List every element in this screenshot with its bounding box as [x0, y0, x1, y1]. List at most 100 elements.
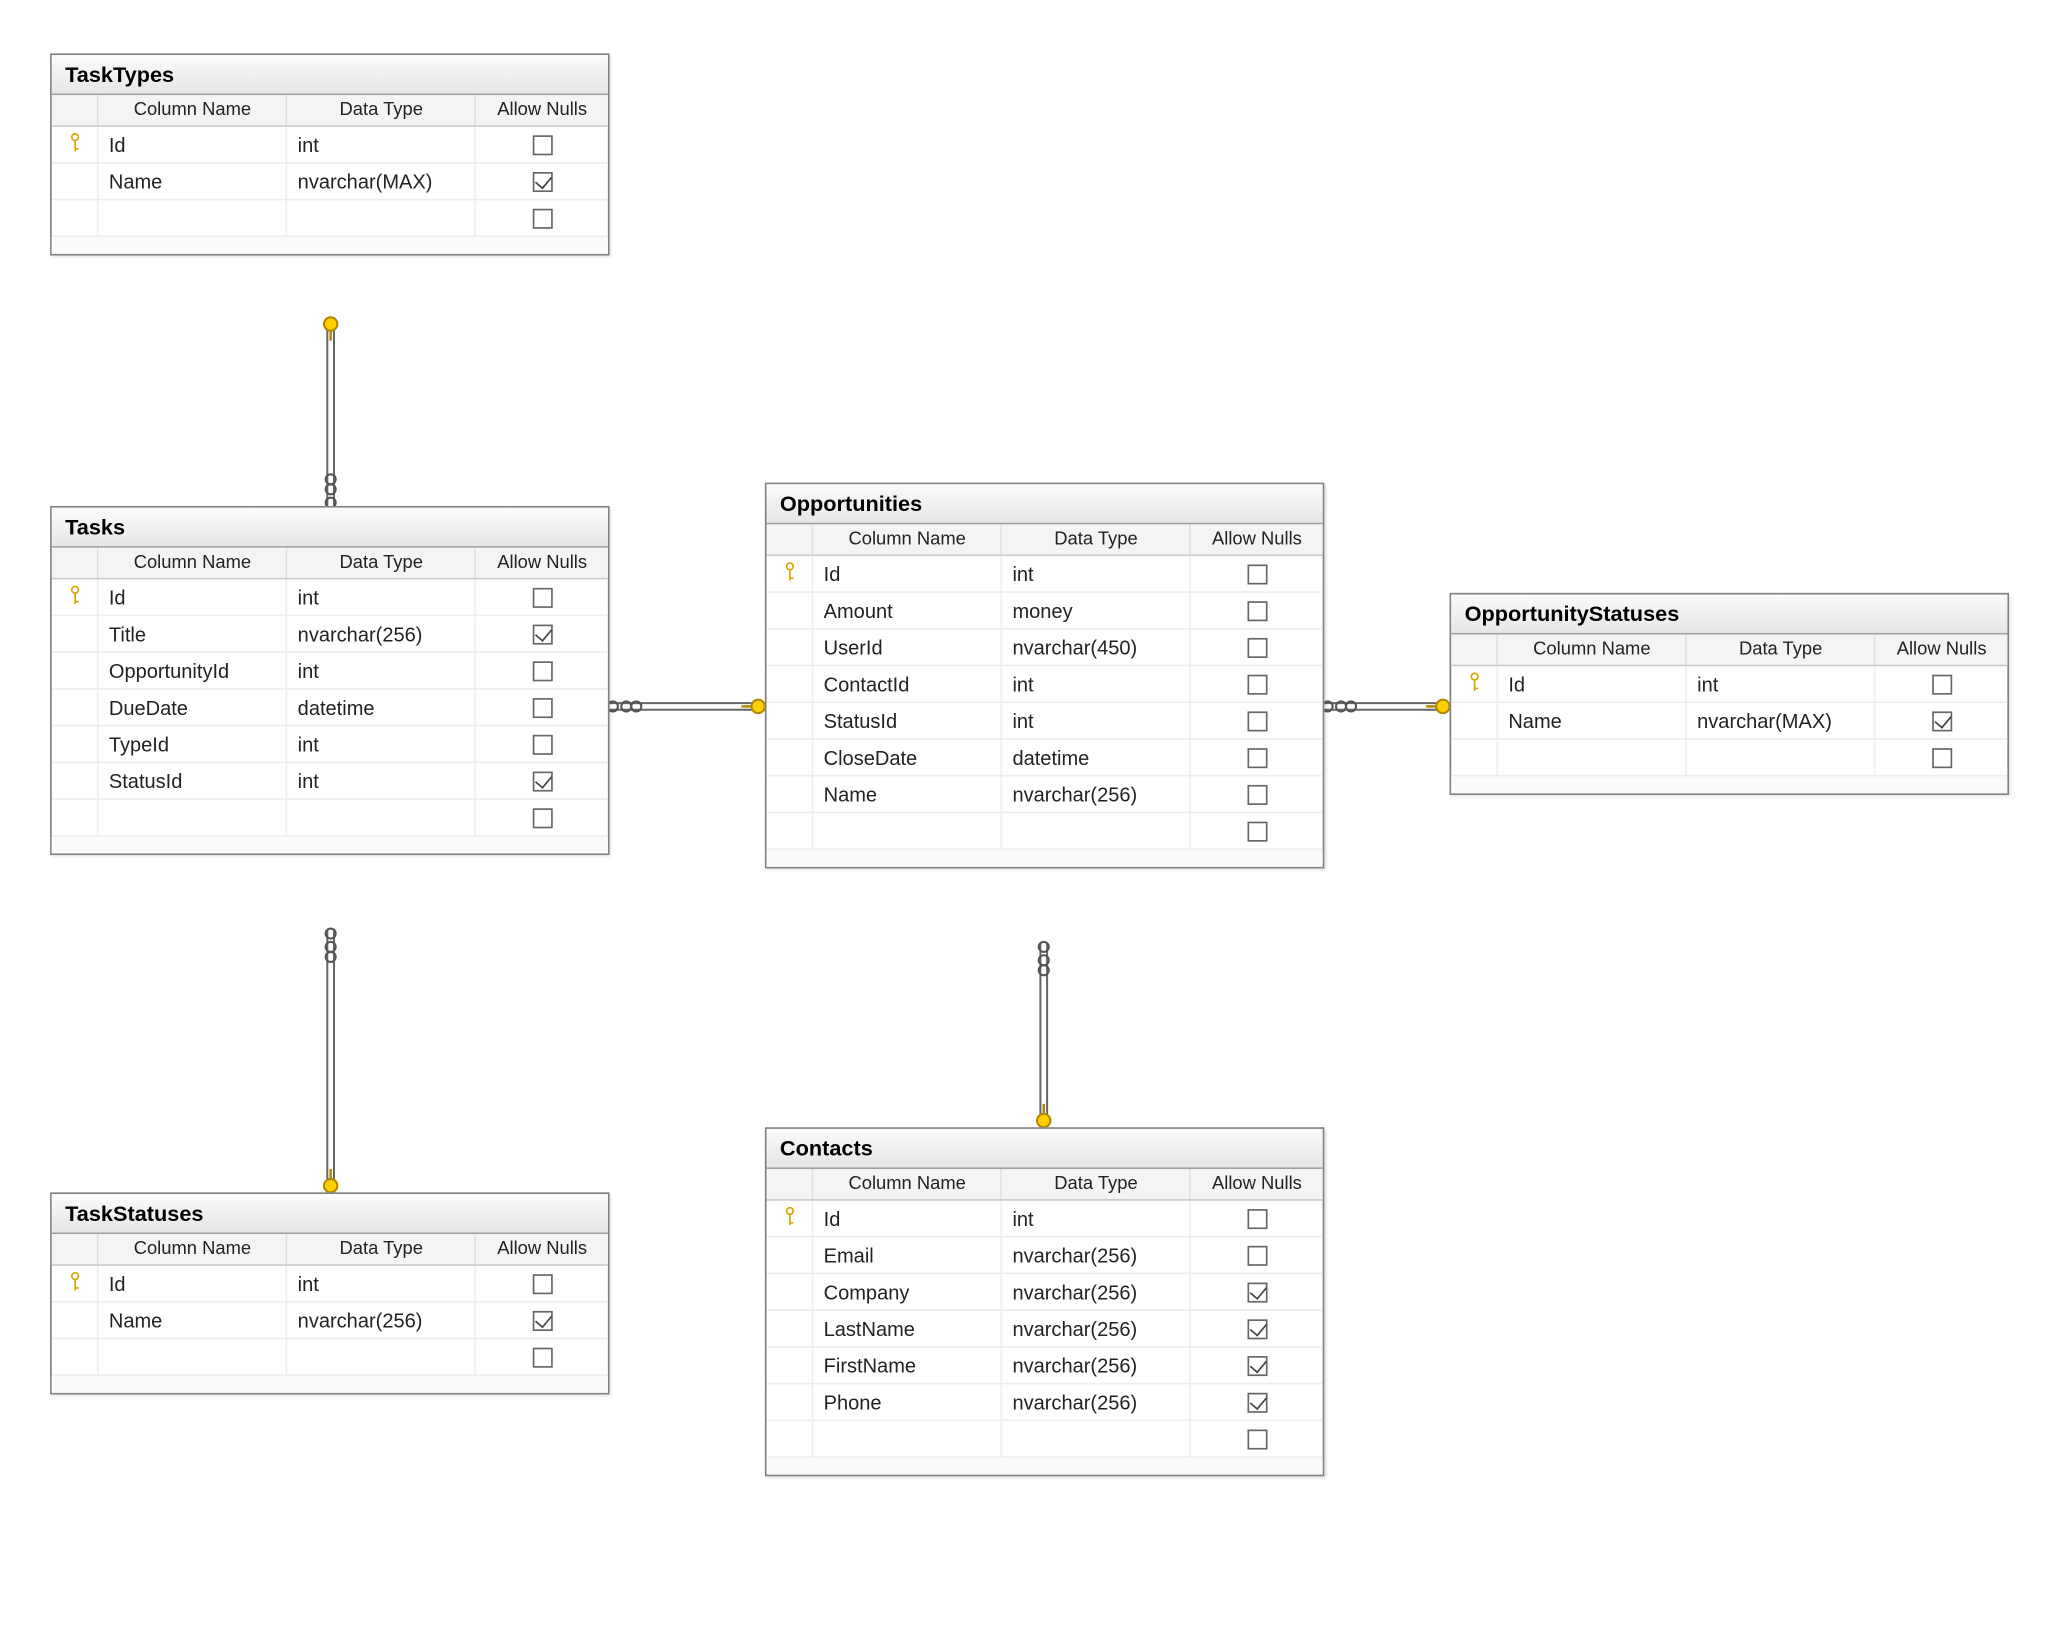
allow-nulls-checkbox[interactable] — [1247, 565, 1267, 585]
allow-nulls-checkbox[interactable] — [532, 1275, 552, 1295]
allow-nulls-checkbox[interactable] — [1247, 785, 1267, 805]
column-name[interactable]: LastName — [813, 1310, 1002, 1347]
dbtable-TaskStatuses[interactable]: TaskStatusesColumn NameData TypeAllow Nu… — [50, 1192, 609, 1394]
column-name[interactable]: Amount — [813, 592, 1002, 629]
column-row[interactable]: Namenvarchar(256) — [52, 1302, 608, 1339]
allow-nulls-checkbox[interactable] — [532, 625, 552, 645]
dbtable-title[interactable]: Contacts — [767, 1129, 1323, 1169]
allow-nulls-checkbox[interactable] — [532, 1311, 552, 1331]
column-row-empty[interactable] — [52, 200, 608, 237]
column-type[interactable]: int — [1002, 702, 1191, 739]
column-row[interactable]: Idint — [52, 126, 608, 163]
column-row[interactable]: Idint — [52, 1265, 608, 1302]
column-name[interactable]: TypeId — [98, 726, 287, 763]
column-row[interactable]: TypeIdint — [52, 726, 608, 763]
column-name[interactable]: CloseDate — [813, 739, 1002, 776]
column-type[interactable]: nvarchar(256) — [1002, 1237, 1191, 1274]
dbtable-TaskTypes[interactable]: TaskTypesColumn NameData TypeAllow Nulls… — [50, 53, 609, 255]
dbtable-title[interactable]: TaskTypes — [52, 55, 608, 95]
dbtable-OpportunityStatuses[interactable]: OpportunityStatusesColumn NameData TypeA… — [1450, 593, 2009, 795]
column-type[interactable]: int — [1002, 1200, 1191, 1237]
column-type[interactable]: int — [1686, 665, 1875, 702]
allow-nulls-checkbox[interactable] — [1247, 1320, 1267, 1340]
column-row[interactable]: FirstNamenvarchar(256) — [767, 1347, 1323, 1384]
column-name[interactable]: Phone — [813, 1384, 1002, 1421]
allow-nulls-checkbox[interactable] — [1247, 1430, 1267, 1450]
column-name[interactable]: StatusId — [98, 762, 287, 799]
column-row[interactable]: Titlenvarchar(256) — [52, 615, 608, 652]
column-name[interactable]: Name — [98, 1302, 287, 1339]
column-row[interactable]: LastNamenvarchar(256) — [767, 1310, 1323, 1347]
allow-nulls-checkbox[interactable] — [532, 662, 552, 682]
dbtable-title[interactable]: Opportunities — [767, 484, 1323, 524]
allow-nulls-checkbox[interactable] — [532, 1348, 552, 1368]
column-type[interactable]: int — [1002, 665, 1191, 702]
allow-nulls-checkbox[interactable] — [532, 735, 552, 755]
allow-nulls-checkbox[interactable] — [532, 809, 552, 829]
allow-nulls-checkbox[interactable] — [1247, 1357, 1267, 1377]
allow-nulls-checkbox[interactable] — [1247, 822, 1267, 842]
column-name[interactable]: Email — [813, 1237, 1002, 1274]
column-name[interactable]: OpportunityId — [98, 652, 287, 689]
column-row[interactable]: Namenvarchar(MAX) — [52, 163, 608, 200]
column-name[interactable]: DueDate — [98, 689, 287, 726]
column-row-empty[interactable] — [1451, 739, 2007, 776]
column-row[interactable]: Namenvarchar(MAX) — [1451, 702, 2007, 739]
column-row[interactable]: Idint — [1451, 665, 2007, 702]
column-name[interactable]: ContactId — [813, 665, 1002, 702]
column-type[interactable]: nvarchar(256) — [1002, 1273, 1191, 1310]
column-row[interactable]: Amountmoney — [767, 592, 1323, 629]
allow-nulls-checkbox[interactable] — [532, 209, 552, 229]
dbtable-title[interactable]: TaskStatuses — [52, 1194, 608, 1234]
column-type[interactable]: money — [1002, 592, 1191, 629]
column-name[interactable]: Id — [98, 1265, 287, 1302]
allow-nulls-checkbox[interactable] — [1247, 675, 1267, 695]
column-row[interactable]: Companynvarchar(256) — [767, 1273, 1323, 1310]
column-row-empty[interactable] — [767, 812, 1323, 849]
column-row[interactable]: Idint — [767, 555, 1323, 592]
column-type[interactable]: int — [287, 652, 476, 689]
column-name[interactable]: FirstName — [813, 1347, 1002, 1384]
column-name[interactable]: Id — [98, 579, 287, 616]
column-type[interactable]: nvarchar(256) — [1002, 1384, 1191, 1421]
column-row[interactable]: StatusIdint — [767, 702, 1323, 739]
column-type[interactable]: nvarchar(MAX) — [287, 163, 476, 200]
column-row-empty[interactable] — [52, 799, 608, 836]
column-type[interactable]: nvarchar(256) — [1002, 1347, 1191, 1384]
column-type[interactable]: int — [1002, 555, 1191, 592]
allow-nulls-checkbox[interactable] — [1247, 638, 1267, 658]
column-row[interactable]: Emailnvarchar(256) — [767, 1237, 1323, 1274]
dbtable-Contacts[interactable]: ContactsColumn NameData TypeAllow NullsI… — [765, 1127, 1324, 1476]
allow-nulls-checkbox[interactable] — [1247, 1393, 1267, 1413]
column-name[interactable]: UserId — [813, 629, 1002, 666]
column-row[interactable]: Phonenvarchar(256) — [767, 1384, 1323, 1421]
column-name[interactable]: Id — [813, 1200, 1002, 1237]
column-row[interactable]: Idint — [52, 579, 608, 616]
column-row[interactable]: UserIdnvarchar(450) — [767, 629, 1323, 666]
column-row[interactable]: Namenvarchar(256) — [767, 776, 1323, 813]
column-type[interactable]: nvarchar(450) — [1002, 629, 1191, 666]
dbtable-Tasks[interactable]: TasksColumn NameData TypeAllow NullsIdin… — [50, 506, 609, 855]
allow-nulls-checkbox[interactable] — [1247, 749, 1267, 769]
column-name[interactable]: Name — [813, 776, 1002, 813]
column-row[interactable]: StatusIdint — [52, 762, 608, 799]
column-name[interactable]: Title — [98, 615, 287, 652]
column-name[interactable]: Id — [813, 555, 1002, 592]
column-row-empty[interactable] — [767, 1420, 1323, 1457]
column-type[interactable]: nvarchar(256) — [287, 615, 476, 652]
column-type[interactable]: nvarchar(256) — [1002, 1310, 1191, 1347]
allow-nulls-checkbox[interactable] — [532, 173, 552, 193]
allow-nulls-checkbox[interactable] — [1247, 1210, 1267, 1230]
allow-nulls-checkbox[interactable] — [1247, 1246, 1267, 1266]
column-type[interactable]: int — [287, 726, 476, 763]
column-row[interactable]: ContactIdint — [767, 665, 1323, 702]
allow-nulls-checkbox[interactable] — [532, 772, 552, 792]
column-type[interactable]: nvarchar(256) — [287, 1302, 476, 1339]
column-name[interactable]: Name — [98, 163, 287, 200]
column-type[interactable]: datetime — [1002, 739, 1191, 776]
allow-nulls-checkbox[interactable] — [532, 588, 552, 608]
column-name[interactable]: Name — [1497, 702, 1686, 739]
allow-nulls-checkbox[interactable] — [532, 699, 552, 719]
allow-nulls-checkbox[interactable] — [1932, 749, 1952, 769]
column-row[interactable]: DueDatedatetime — [52, 689, 608, 726]
